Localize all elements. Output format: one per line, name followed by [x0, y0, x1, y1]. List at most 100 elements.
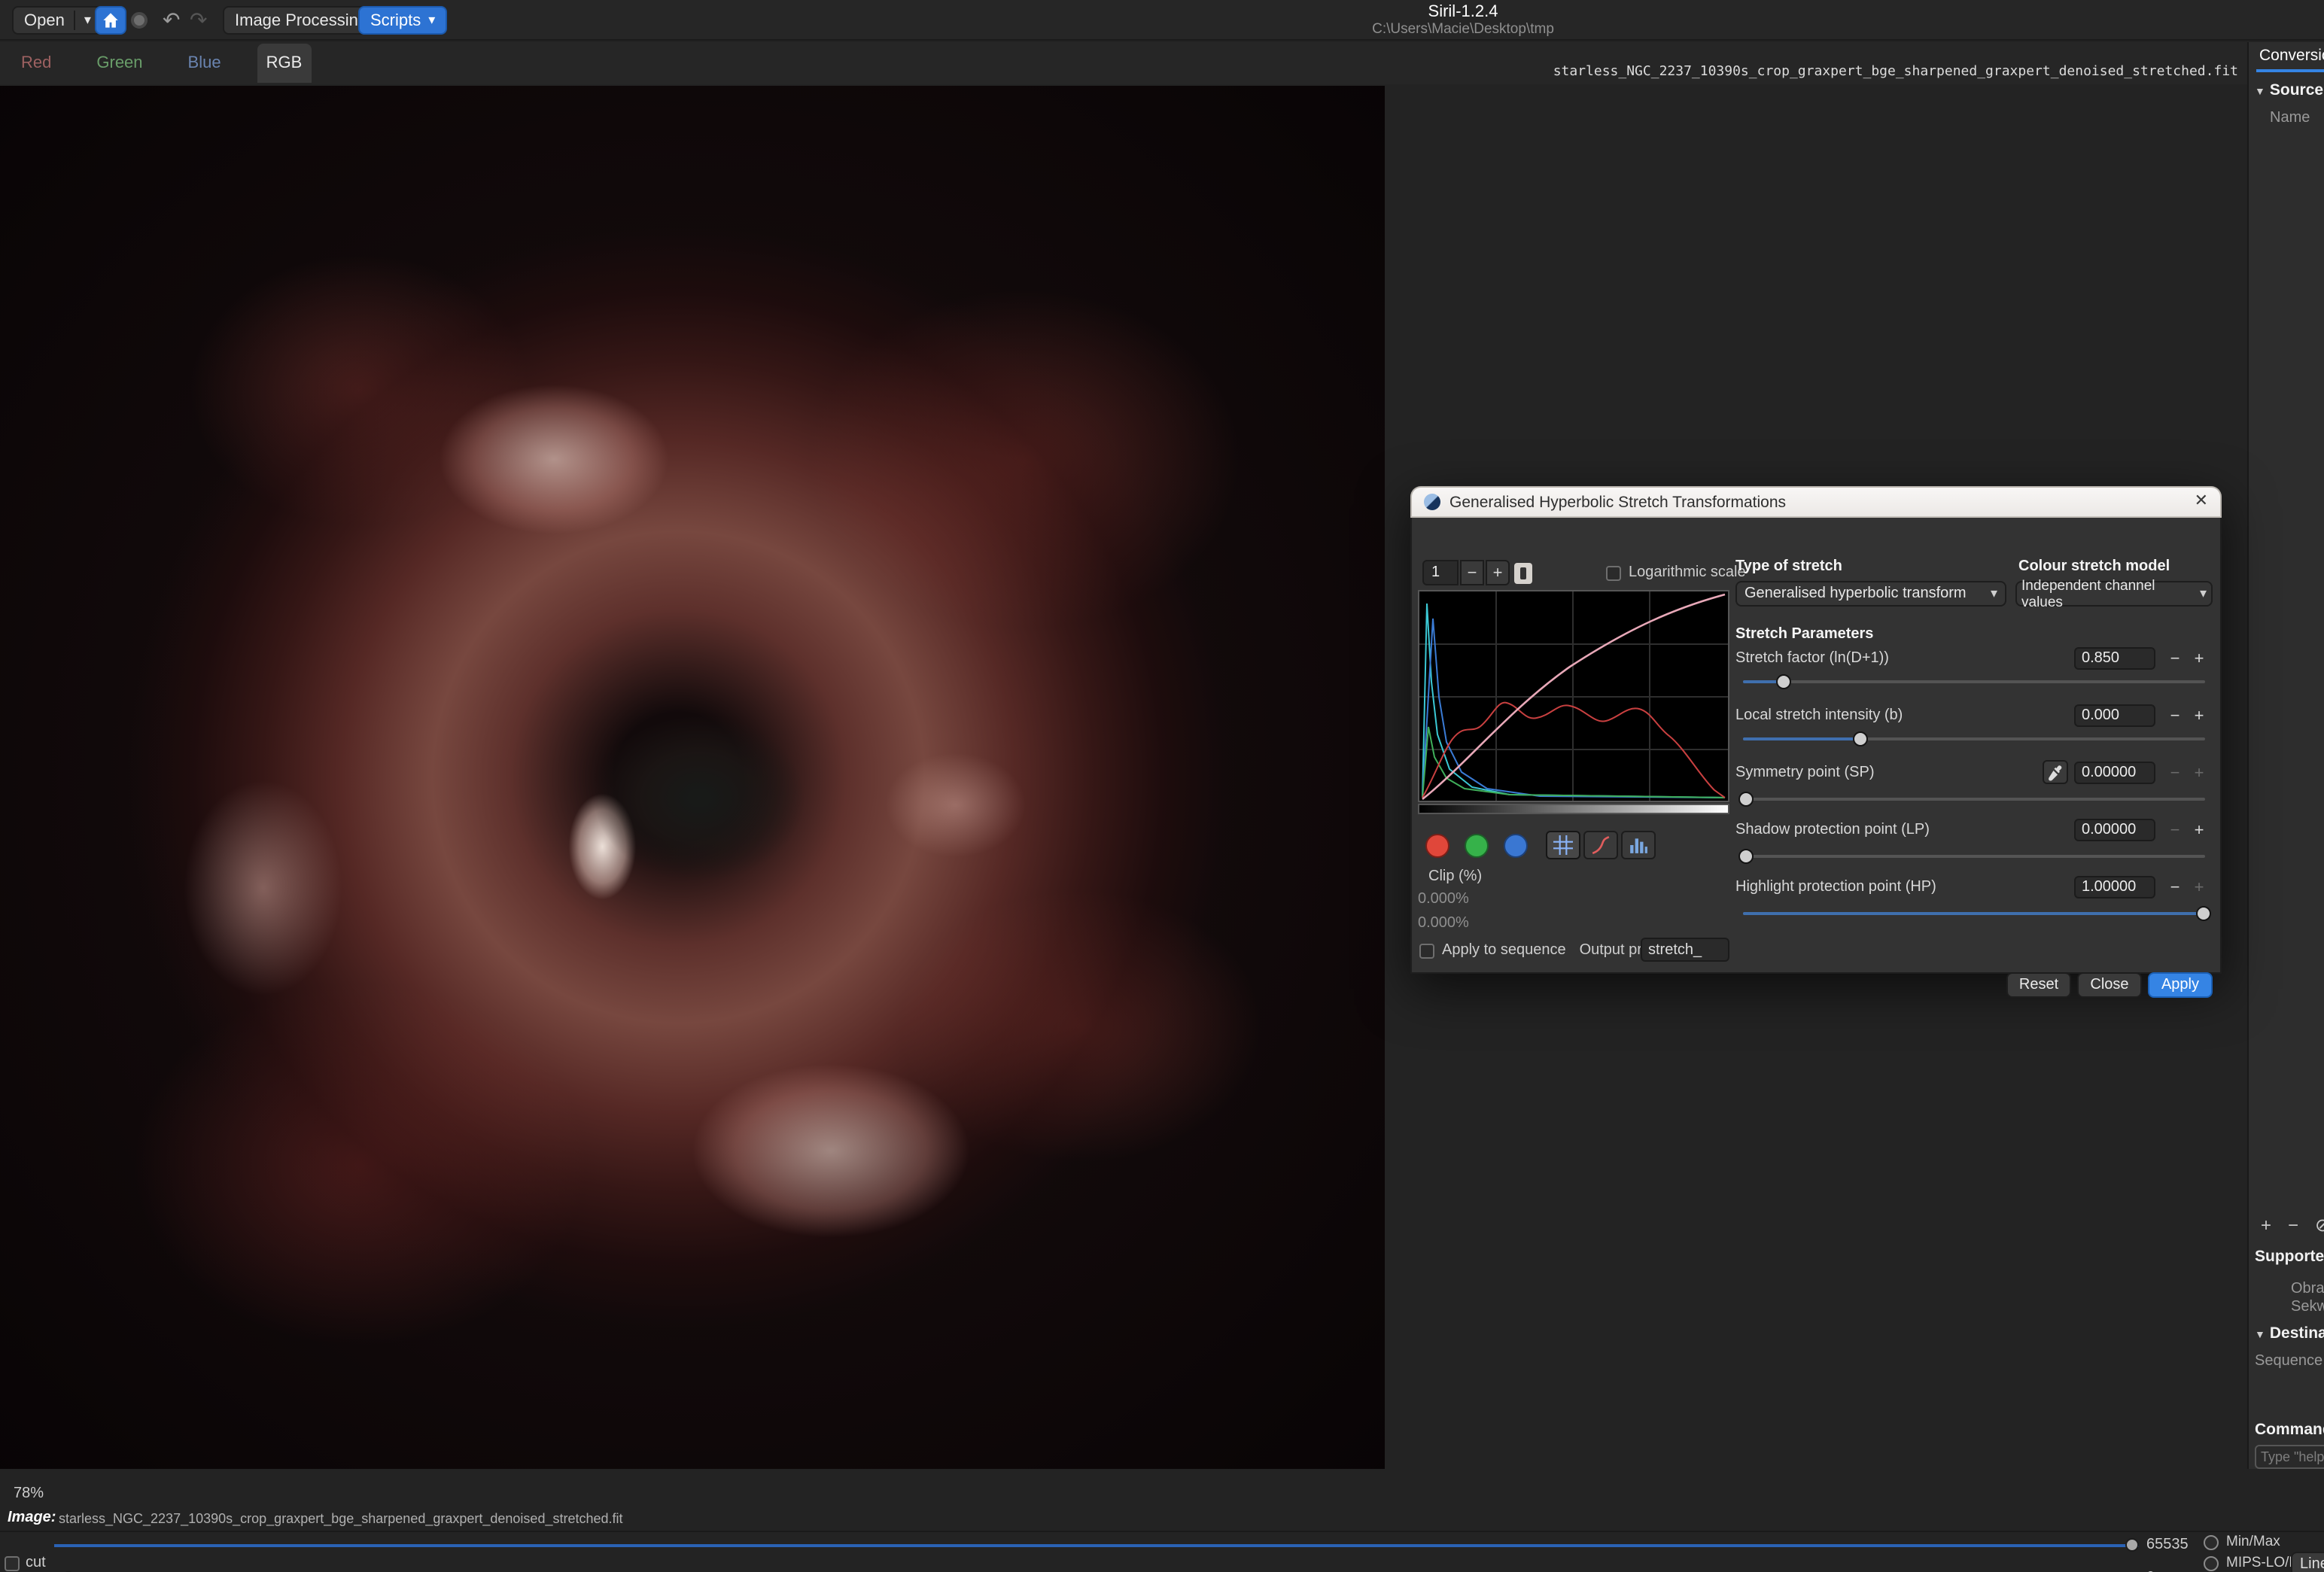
record-button[interactable]	[131, 6, 148, 35]
grid-toggle-button[interactable]	[1546, 831, 1580, 859]
shadow-protection-value[interactable]: 0.00000	[2074, 819, 2155, 841]
logarithmic-scale-checkbox[interactable]	[1606, 565, 1621, 580]
type-of-stretch-dropdown[interactable]: Generalised hyperbolic transform ▾	[1735, 581, 2006, 607]
reset-button[interactable]: Reset	[2006, 972, 2071, 998]
highlight-protection-slider[interactable]	[1743, 906, 2205, 921]
shadow-protection-increment[interactable]: +	[2189, 819, 2210, 841]
highlight-protection-decrement[interactable]: −	[2164, 876, 2186, 899]
high-cut-handle[interactable]	[2125, 1538, 2139, 1552]
colour-model-value: Independent channel values	[2021, 577, 2194, 610]
open-button[interactable]: Open ▾	[12, 6, 103, 35]
high-cut-value: 65535	[2146, 1537, 2189, 1553]
stretch-factor-slider[interactable]	[1743, 674, 2205, 689]
curve-icon	[1591, 835, 1611, 855]
remove-files-button[interactable]: −	[2288, 1215, 2298, 1236]
tab-red[interactable]: Red	[12, 44, 60, 83]
param-label: Local stretch intensity (b)	[1735, 707, 1903, 724]
slider-handle[interactable]	[1853, 731, 1868, 746]
cut-checkbox[interactable]	[5, 1555, 20, 1570]
param-row-shadow-protection: Shadow protection point (LP) 0.00000 − +	[1735, 819, 2213, 843]
apply-button[interactable]: Apply	[2148, 972, 2213, 998]
channel-spinner-value[interactable]: 1	[1422, 560, 1459, 585]
window-title: Siril-1.2.4	[1372, 3, 1554, 22]
shadow-protection-decrement[interactable]: −	[2164, 819, 2186, 841]
high-cut-slider[interactable]	[54, 1544, 2139, 1547]
display-mode-minmax[interactable]: Min/Max	[2204, 1534, 2280, 1550]
status-bar: 78% Image: starless_NGC_2237_10390s_crop…	[0, 1469, 2324, 1572]
curve-toggle-button[interactable]	[1583, 831, 1618, 859]
local-intensity-decrement[interactable]: −	[2164, 704, 2186, 727]
type-of-stretch-value: Generalised hyperbolic transform	[1745, 585, 1967, 602]
header-bar: Open ▾ ↶ ↷ Image Processing ▾ Scripts ▾ …	[0, 0, 2324, 41]
nebula-image-canvas[interactable]	[0, 86, 1385, 1469]
symmetry-point-picker-button[interactable]	[2043, 760, 2068, 784]
window-titles: Siril-1.2.4 C:\Users\Macie\Desktop\tmp	[1372, 3, 1554, 38]
param-label: Shadow protection point (LP)	[1735, 822, 1930, 838]
symmetry-point-slider[interactable]	[1743, 792, 2205, 807]
symmetry-point-value[interactable]: 0.00000	[2074, 762, 2155, 784]
local-intensity-slider[interactable]	[1743, 731, 2205, 746]
mips-radio[interactable]	[2204, 1555, 2219, 1570]
image-label: Image:	[8, 1510, 56, 1526]
stretch-parameters-header: Stretch Parameters	[1735, 626, 1873, 643]
ghs-dialog-titlebar[interactable]: Generalised Hyperbolic Stretch Transform…	[1410, 486, 2222, 518]
red-channel-toggle[interactable]	[1425, 834, 1449, 858]
symmetry-point-increment[interactable]: +	[2189, 762, 2210, 784]
sequence-name-label: Sequence name:	[2255, 1353, 2324, 1370]
apply-to-sequence-checkbox[interactable]	[1419, 943, 1434, 958]
channel-spinner-increment[interactable]: +	[1486, 560, 1510, 585]
stretch-factor-increment[interactable]: +	[2189, 647, 2210, 670]
home-icon	[102, 12, 119, 29]
stretch-factor-decrement[interactable]: −	[2164, 647, 2186, 670]
histogram-toggle-button[interactable]	[1621, 831, 1656, 859]
slider-handle[interactable]	[1776, 674, 1791, 689]
close-button[interactable]: Close	[2077, 972, 2142, 998]
slider-handle[interactable]	[1738, 849, 1754, 864]
redo-button[interactable]: ↷	[190, 6, 207, 35]
shadow-protection-slider[interactable]	[1743, 849, 2205, 864]
logarithmic-scale-option[interactable]: Logarithmic scale	[1606, 564, 1746, 581]
histogram-plot[interactable]	[1418, 590, 1729, 802]
slider-handle[interactable]	[1738, 792, 1754, 807]
param-row-symmetry-point: Symmetry point (SP) 0.00000 − +	[1735, 762, 2213, 786]
clip-label: Clip (%)	[1428, 868, 1482, 885]
channel-spinner-decrement[interactable]: −	[1460, 560, 1484, 585]
display-mode-mips[interactable]: MIPS-LO/HI	[2204, 1555, 2303, 1571]
colour-model-dropdown[interactable]: Independent channel values ▾	[2015, 581, 2213, 607]
dialog-close-icon[interactable]: ✕	[2195, 494, 2208, 510]
filetype-item: Obrazy BM	[2291, 1281, 2324, 1297]
tab-green[interactable]: Green	[87, 44, 151, 83]
open-dropdown-caret-icon[interactable]: ▾	[84, 14, 91, 27]
source-section-header[interactable]: ▼Source	[2255, 81, 2323, 99]
highlight-protection-value[interactable]: 1.00000	[2074, 876, 2155, 899]
cut-label: cut	[26, 1555, 46, 1571]
local-intensity-increment[interactable]: +	[2189, 704, 2210, 727]
preview-pin-button[interactable]	[1514, 563, 1532, 584]
clear-files-button[interactable]: ⊘	[2315, 1215, 2324, 1236]
display-scale-dropdown[interactable]: Linear ▾	[2291, 1552, 2324, 1572]
slider-handle[interactable]	[2196, 906, 2211, 921]
destination-section-header[interactable]: ▼Destination	[2255, 1324, 2324, 1342]
green-channel-toggle[interactable]	[1465, 834, 1489, 858]
ghs-dialog: Generalised Hyperbolic Stretch Transform…	[1410, 486, 2222, 974]
tab-rgb[interactable]: RGB	[257, 44, 312, 83]
source-collapse-icon: ▼	[2255, 87, 2265, 98]
minmax-radio[interactable]	[2204, 1534, 2219, 1549]
home-button[interactable]	[95, 6, 126, 35]
tab-conversion[interactable]: Conversion	[2259, 47, 2324, 65]
local-intensity-value[interactable]: 0.000	[2074, 704, 2155, 727]
undo-button[interactable]: ↶	[163, 6, 180, 35]
scripts-menu-button[interactable]: Scripts ▾	[358, 6, 447, 35]
command-line-input[interactable]	[2255, 1445, 2324, 1469]
cut-option[interactable]: cut	[5, 1555, 46, 1571]
symmetry-point-decrement[interactable]: −	[2164, 762, 2186, 784]
eyedropper-icon	[2047, 764, 2064, 780]
highlight-protection-increment[interactable]: +	[2189, 876, 2210, 899]
output-prefix-input[interactable]	[1641, 938, 1729, 962]
add-files-button[interactable]: +	[2261, 1215, 2271, 1236]
stretch-factor-value[interactable]: 0.850	[2074, 647, 2155, 670]
tab-blue[interactable]: Blue	[179, 44, 230, 83]
zoom-level: 78%	[14, 1485, 44, 1502]
scripts-label: Scripts	[370, 11, 421, 29]
blue-channel-toggle[interactable]	[1504, 834, 1528, 858]
